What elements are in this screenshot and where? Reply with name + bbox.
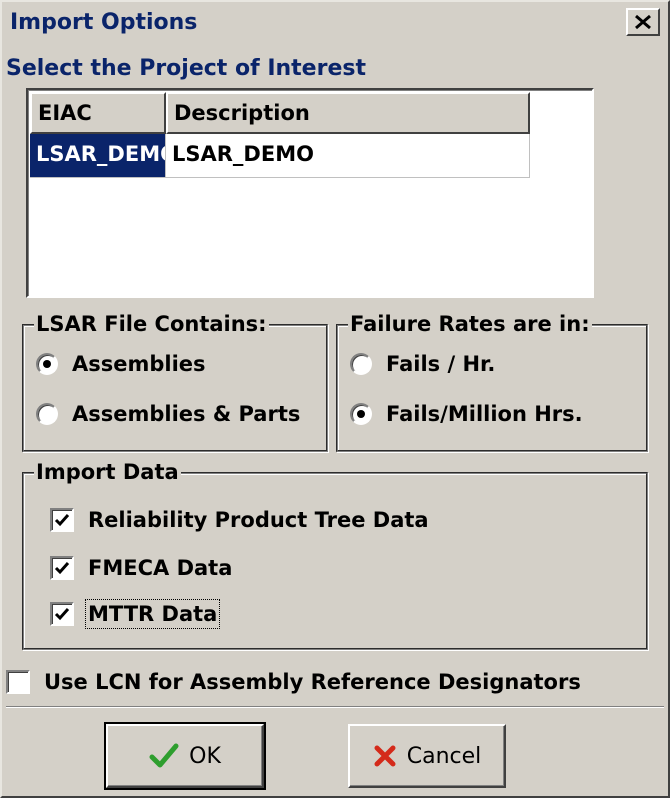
radio-assemblies-label: Assemblies xyxy=(72,352,206,376)
checkbox-use-lcn-label: Use LCN for Assembly Reference Designato… xyxy=(44,670,581,694)
radio-assemblies-and-parts-label: Assemblies & Parts xyxy=(72,402,301,426)
radio-button[interactable] xyxy=(36,403,58,425)
grid-cell-eiac[interactable]: LSAR_DEMO xyxy=(30,134,166,178)
button-separator xyxy=(6,706,664,708)
checkmark-icon xyxy=(54,562,70,575)
file-contents-label: LSAR File Contains: xyxy=(34,312,269,336)
radio-fails-per-hour-label: Fails / Hr. xyxy=(386,352,496,376)
checkbox-reliability-product-tree-label: Reliability Product Tree Data xyxy=(88,508,429,532)
cancel-button[interactable]: Cancel xyxy=(348,724,506,788)
radio-fails-per-million-hours-label: Fails/Million Hrs. xyxy=(386,402,583,426)
radio-button[interactable] xyxy=(36,353,58,375)
radio-fails-per-million-hours[interactable]: Fails/Million Hrs. xyxy=(350,402,583,426)
grid-cell-description[interactable]: LSAR_DEMO xyxy=(166,134,530,178)
checkmark-icon xyxy=(54,514,70,527)
radio-assemblies-and-parts[interactable]: Assemblies & Parts xyxy=(36,402,300,426)
close-button[interactable] xyxy=(626,8,660,36)
close-icon xyxy=(634,14,652,30)
radio-assemblies[interactable]: Assemblies xyxy=(36,352,206,376)
checkbox-fmeca-data-label: FMECA Data xyxy=(88,556,233,580)
checkmark-icon xyxy=(149,743,179,769)
project-prompt: Select the Project of Interest xyxy=(6,56,366,81)
import-data-label: Import Data xyxy=(34,460,181,484)
failure-rates-label: Failure Rates are in: xyxy=(348,312,592,336)
checkbox-use-lcn[interactable]: Use LCN for Assembly Reference Designato… xyxy=(6,670,581,694)
window-title: Import Options xyxy=(10,10,198,35)
checkbox[interactable] xyxy=(6,670,30,694)
checkbox-mttr-data-label: MTTR Data xyxy=(84,599,221,629)
radio-button[interactable] xyxy=(350,353,372,375)
project-grid[interactable]: EIAC Description LSAR_DEMO LSAR_DEMO xyxy=(26,88,594,298)
checkmark-icon xyxy=(54,608,70,621)
failure-rates-group: Failure Rates are in: Fails / Hr. Fails/… xyxy=(336,312,648,452)
file-contents-group: LSAR File Contains: Assemblies Assemblie… xyxy=(22,312,328,452)
radio-button[interactable] xyxy=(350,403,372,425)
column-header-description[interactable]: Description xyxy=(166,92,530,134)
cancel-button-label: Cancel xyxy=(406,743,482,769)
checkbox-reliability-product-tree[interactable]: Reliability Product Tree Data xyxy=(50,508,429,532)
ok-button-label: OK xyxy=(189,743,221,769)
ok-button[interactable]: OK xyxy=(104,722,266,790)
radio-fails-per-hour[interactable]: Fails / Hr. xyxy=(350,352,495,376)
checkbox-mttr-data[interactable]: MTTR Data xyxy=(50,599,221,629)
column-header-eiac[interactable]: EIAC xyxy=(30,92,166,134)
checkbox[interactable] xyxy=(50,508,74,532)
checkbox[interactable] xyxy=(50,556,74,580)
import-options-dialog: Import Options Select the Project of Int… xyxy=(0,0,670,798)
checkbox[interactable] xyxy=(50,602,74,626)
checkbox-fmeca-data[interactable]: FMECA Data xyxy=(50,556,232,580)
import-data-group: Import Data Reliability Product Tree Dat… xyxy=(22,460,648,650)
x-icon xyxy=(373,744,397,768)
title-bar[interactable]: Import Options xyxy=(4,4,666,40)
